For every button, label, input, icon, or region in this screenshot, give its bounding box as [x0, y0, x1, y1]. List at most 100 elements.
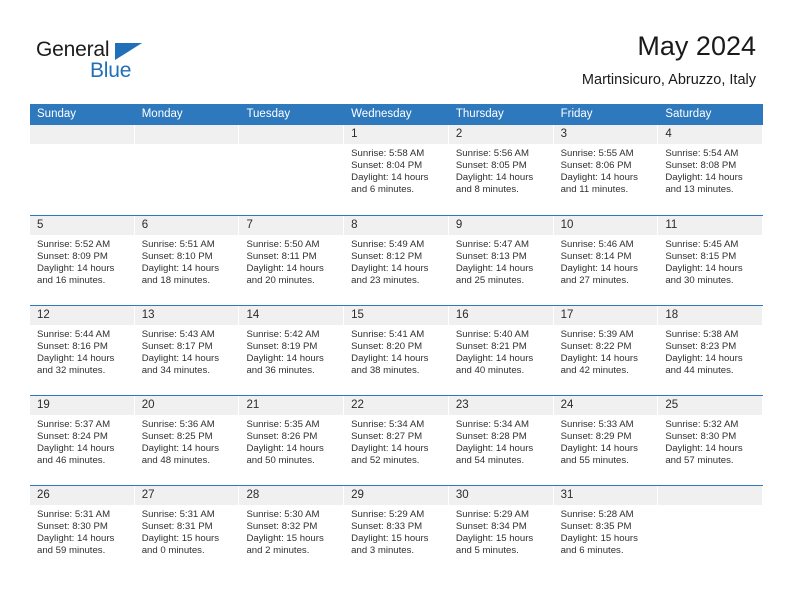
day-sun-info: Sunrise: 5:55 AM Sunset: 8:06 PM Daylight:… [554, 144, 659, 196]
sunrise-time: Sunrise: 5:56 AM [455, 148, 529, 159]
daylight-duration-line1: Daylight: 14 hours [37, 352, 115, 364]
day-sun-info: Sunrise: 5:31 AM Sunset: 8:30 PM Daylight:… [30, 505, 135, 557]
weekday-header-sunday: Sunday [37, 108, 77, 120]
day-number: 24 [560, 399, 574, 411]
daylight-duration-line2: and 34 minutes. [141, 364, 210, 376]
day-number-band: 20 [134, 396, 240, 415]
day-number-band [134, 125, 240, 144]
general-blue-logo[interactable]: General Blue [36, 38, 166, 84]
day-sun-info: Sunrise: 5:52 AM Sunset: 8:09 PM Daylight:… [30, 235, 135, 287]
sunrise-time: Sunrise: 5:29 AM [351, 509, 425, 520]
calendar-day-cell[interactable]: 1 Sunrise: 5:58 AM Sunset: 8:04 PM Daylight… [344, 125, 449, 215]
day-sun-info: Sunrise: 5:29 AM Sunset: 8:33 PM Daylight:… [344, 505, 449, 557]
calendar-day-cell[interactable]: 30 Sunrise: 5:29 AM Sunset: 8:34 PM Dayligh… [448, 486, 554, 575]
sunset-time: Sunset: 8:21 PM [455, 340, 527, 352]
day-sun-info: Sunrise: 5:38 AM Sunset: 8:23 PM Daylight:… [658, 325, 763, 377]
sunrise-time: Sunrise: 5:41 AM [351, 329, 425, 340]
calendar-day-cell[interactable]: 18 Sunrise: 5:38 AM Sunset: 8:23 PM Dayligh… [658, 306, 764, 395]
day-number-band: 25 [658, 396, 764, 415]
logo-text-blue: Blue [90, 59, 132, 82]
calendar-day-cell[interactable]: 5 Sunrise: 5:52 AM Sunset: 8:09 PM Daylight… [30, 216, 135, 305]
calendar-day-cell[interactable]: 3 Sunrise: 5:55 AM Sunset: 8:06 PM Daylight… [553, 125, 659, 215]
daylight-duration-line1: Daylight: 14 hours [141, 352, 220, 364]
logo-triangle-icon [115, 43, 142, 60]
calendar-day-cell[interactable]: 16 Sunrise: 5:40 AM Sunset: 8:21 PM Dayligh… [448, 306, 554, 395]
sunrise-time: Sunrise: 5:40 AM [455, 329, 529, 340]
daylight-duration-line1: Daylight: 15 hours [246, 532, 324, 544]
calendar-day-cell[interactable]: 13 Sunrise: 5:43 AM Sunset: 8:17 PM Dayligh… [134, 306, 240, 395]
sunrise-time: Sunrise: 5:54 AM [665, 148, 739, 159]
day-sun-info: Sunrise: 5:29 AM Sunset: 8:34 PM Daylight:… [449, 505, 554, 557]
calendar-day-cell[interactable]: 21 Sunrise: 5:35 AM Sunset: 8:26 PM Dayligh… [239, 396, 345, 485]
calendar-week-row: 12 Sunrise: 5:44 AM Sunset: 8:16 PM Dayligh… [30, 305, 764, 395]
calendar-day-cell[interactable]: 24 Sunrise: 5:33 AM Sunset: 8:29 PM Dayligh… [553, 396, 659, 485]
calendar-day-cell[interactable]: 2 Sunrise: 5:56 AM Sunset: 8:05 PM Daylight… [448, 125, 554, 215]
calendar-day-cell[interactable]: 20 Sunrise: 5:36 AM Sunset: 8:25 PM Dayligh… [134, 396, 240, 485]
calendar-day-cell-empty [658, 486, 764, 575]
daylight-duration-line1: Daylight: 14 hours [665, 352, 743, 364]
sunset-time: Sunset: 8:10 PM [141, 250, 213, 262]
calendar-day-cell[interactable]: 17 Sunrise: 5:39 AM Sunset: 8:22 PM Dayligh… [553, 306, 659, 395]
calendar-day-cell[interactable]: 26 Sunrise: 5:31 AM Sunset: 8:30 PM Dayligh… [30, 486, 135, 575]
day-sun-info: Sunrise: 5:39 AM Sunset: 8:22 PM Daylight:… [554, 325, 659, 377]
day-sun-info: Sunrise: 5:49 AM Sunset: 8:12 PM Daylight:… [344, 235, 449, 287]
day-number-band: 21 [239, 396, 345, 415]
calendar-day-cell[interactable]: 8 Sunrise: 5:49 AM Sunset: 8:12 PM Daylight… [344, 216, 449, 305]
calendar-day-cell[interactable]: 6 Sunrise: 5:51 AM Sunset: 8:10 PM Daylight… [134, 216, 240, 305]
calendar-day-cell[interactable]: 4 Sunrise: 5:54 AM Sunset: 8:08 PM Daylight… [658, 125, 764, 215]
sunset-time: Sunset: 8:28 PM [455, 430, 527, 442]
calendar-day-cell[interactable]: 25 Sunrise: 5:32 AM Sunset: 8:30 PM Dayligh… [658, 396, 764, 485]
daylight-duration-line2: and 50 minutes. [246, 454, 315, 466]
calendar-day-cell[interactable]: 10 Sunrise: 5:46 AM Sunset: 8:14 PM Dayligh… [553, 216, 659, 305]
day-number: 22 [351, 399, 364, 411]
calendar-day-cell[interactable]: 23 Sunrise: 5:34 AM Sunset: 8:28 PM Dayligh… [448, 396, 554, 485]
day-sun-info: Sunrise: 5:35 AM Sunset: 8:26 PM Daylight:… [239, 415, 344, 467]
day-number: 20 [141, 399, 155, 411]
sunrise-time: Sunrise: 5:52 AM [37, 239, 111, 250]
sunrise-time: Sunrise: 5:49 AM [351, 239, 425, 250]
calendar-day-cell[interactable]: 27 Sunrise: 5:31 AM Sunset: 8:31 PM Dayligh… [134, 486, 240, 575]
calendar-day-cell[interactable]: 9 Sunrise: 5:47 AM Sunset: 8:13 PM Daylight… [448, 216, 554, 305]
day-number: 21 [246, 399, 260, 411]
weekday-header-monday: Monday [141, 108, 183, 120]
sunset-time: Sunset: 8:14 PM [560, 250, 632, 262]
calendar-day-cell[interactable]: 31 Sunrise: 5:28 AM Sunset: 8:35 PM Dayligh… [553, 486, 659, 575]
sunset-time: Sunset: 8:25 PM [141, 430, 213, 442]
day-number: 15 [351, 309, 364, 321]
calendar-day-cell[interactable]: 28 Sunrise: 5:30 AM Sunset: 8:32 PM Dayligh… [239, 486, 345, 575]
calendar-day-cell[interactable]: 19 Sunrise: 5:37 AM Sunset: 8:24 PM Dayligh… [30, 396, 135, 485]
daylight-duration-line1: Daylight: 14 hours [665, 171, 743, 183]
weekday-header-saturday: Saturday [665, 108, 712, 120]
day-sun-info: Sunrise: 5:46 AM Sunset: 8:14 PM Daylight:… [554, 235, 659, 287]
daylight-duration-line2: and 30 minutes. [665, 274, 734, 286]
daylight-duration-line1: Daylight: 14 hours [455, 442, 534, 454]
sunset-time: Sunset: 8:26 PM [246, 430, 318, 442]
calendar-day-cell[interactable]: 12 Sunrise: 5:44 AM Sunset: 8:16 PM Dayligh… [30, 306, 135, 395]
day-number: 5 [37, 219, 44, 231]
daylight-duration-line2: and 20 minutes. [246, 274, 315, 286]
calendar-day-cell[interactable]: 7 Sunrise: 5:50 AM Sunset: 8:11 PM Daylight… [239, 216, 345, 305]
daylight-duration-line1: Daylight: 14 hours [351, 352, 429, 364]
calendar-day-cell[interactable]: 22 Sunrise: 5:34 AM Sunset: 8:27 PM Dayligh… [344, 396, 449, 485]
sunset-time: Sunset: 8:31 PM [141, 520, 213, 532]
calendar-day-cell[interactable]: 29 Sunrise: 5:29 AM Sunset: 8:33 PM Dayligh… [344, 486, 449, 575]
daylight-duration-line2: and 52 minutes. [351, 454, 420, 466]
daylight-duration-line2: and 2 minutes. [246, 544, 310, 556]
day-number: 14 [246, 309, 260, 321]
daylight-duration-line1: Daylight: 14 hours [141, 442, 220, 454]
day-number: 12 [37, 309, 50, 321]
calendar-day-cell[interactable]: 14 Sunrise: 5:42 AM Sunset: 8:19 PM Dayligh… [239, 306, 345, 395]
calendar-day-cell[interactable]: 11 Sunrise: 5:45 AM Sunset: 8:15 PM Dayligh… [658, 216, 764, 305]
sunset-time: Sunset: 8:15 PM [665, 250, 737, 262]
sunrise-time: Sunrise: 5:37 AM [37, 419, 111, 430]
day-sun-info: Sunrise: 5:45 AM Sunset: 8:15 PM Daylight:… [658, 235, 763, 287]
calendar-day-cell[interactable]: 15 Sunrise: 5:41 AM Sunset: 8:20 PM Dayligh… [344, 306, 449, 395]
sunset-time: Sunset: 8:30 PM [665, 430, 737, 442]
sunrise-time: Sunrise: 5:47 AM [455, 239, 529, 250]
calendar-week-row: 26 Sunrise: 5:31 AM Sunset: 8:30 PM Dayligh… [30, 485, 764, 575]
sunrise-time: Sunrise: 5:34 AM [455, 419, 529, 430]
day-number: 19 [37, 399, 50, 411]
sunset-time: Sunset: 8:17 PM [141, 340, 213, 352]
day-sun-info: Sunrise: 5:31 AM Sunset: 8:31 PM Daylight:… [135, 505, 240, 557]
day-number: 26 [37, 489, 50, 501]
